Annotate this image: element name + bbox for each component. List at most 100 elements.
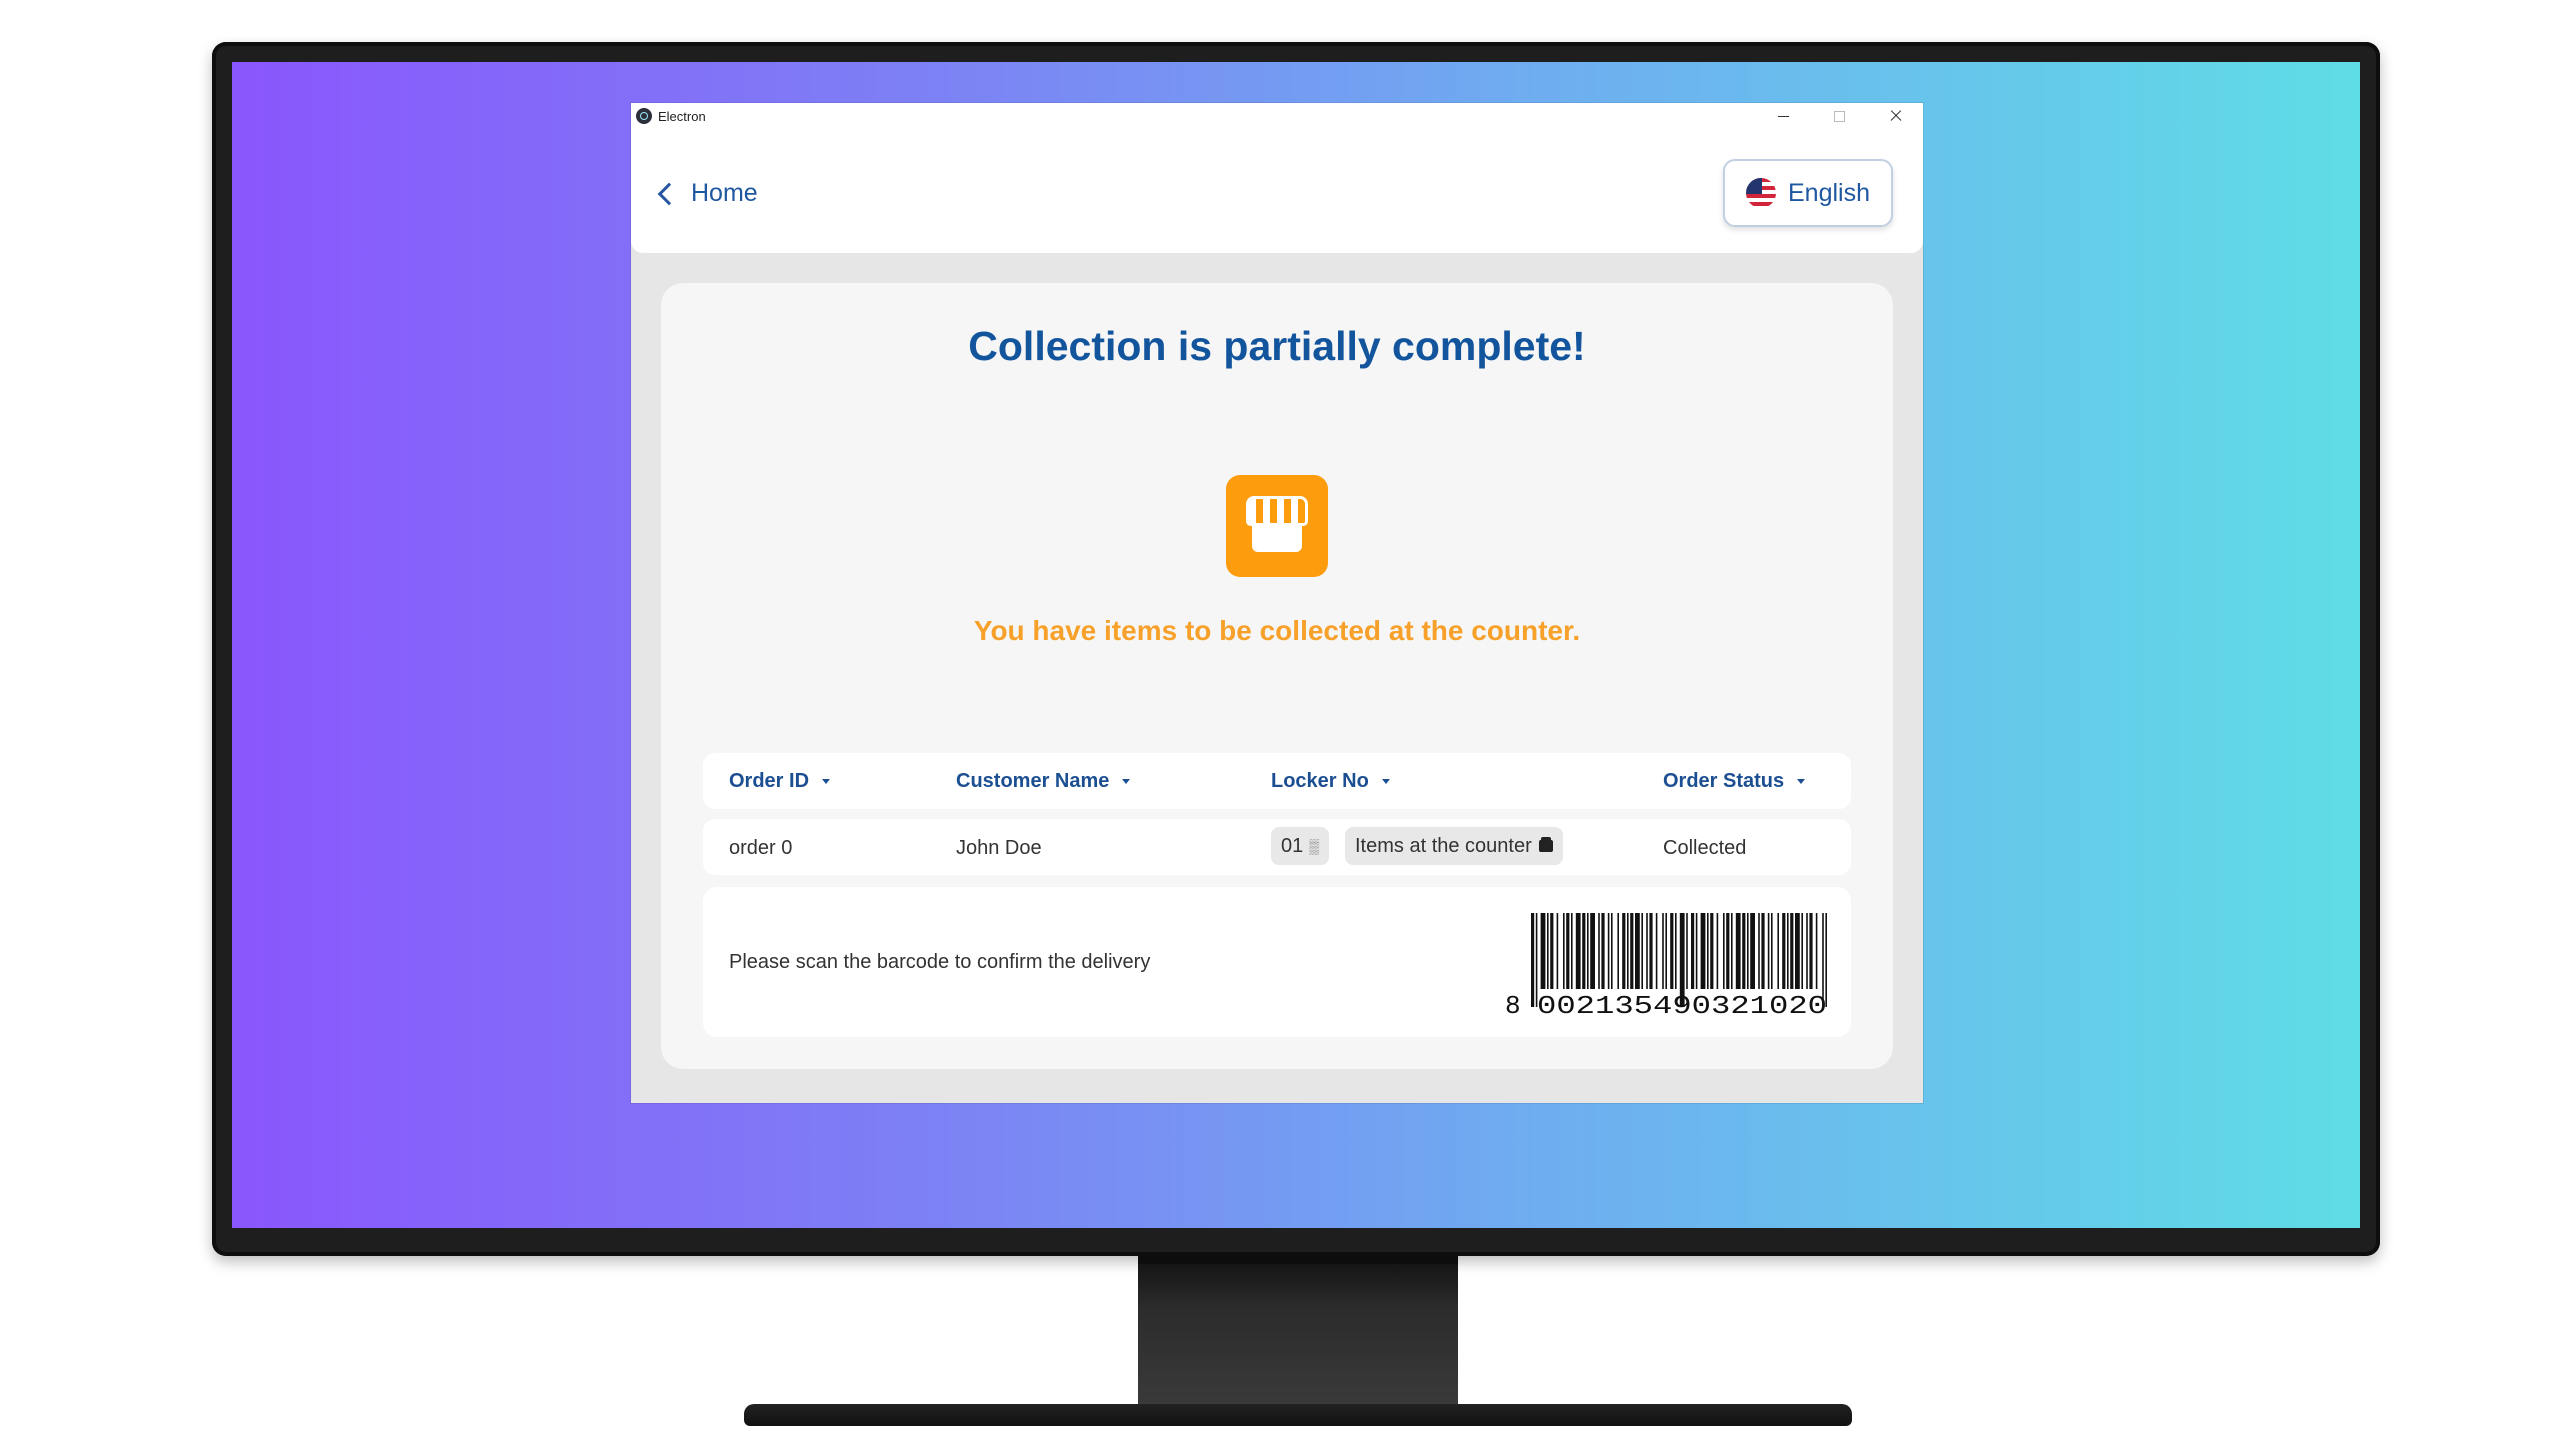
barcode-bar [1590,913,1595,989]
window-controls [1755,103,1923,129]
barcode-bar [1571,913,1573,989]
sort-caret-icon [1122,778,1131,784]
maximize-button[interactable] [1811,103,1867,129]
barcode-bar [1795,913,1800,989]
barcode-bar [1801,913,1803,989]
monitor-stand-base [744,1404,1852,1426]
window-title: Electron [658,108,706,124]
back-home-label: Home [691,179,758,207]
order-id-cell: order 0 [729,837,793,859]
barcode-bar [1691,913,1695,989]
chevron-left-icon [657,182,681,205]
order-status-cell: Collected [1663,837,1747,859]
barcode-bar [1531,913,1535,1007]
barcode-bar [1622,913,1626,989]
barcode-bar [1563,913,1565,989]
barcode-bar [1556,913,1559,989]
counter-message: You have items to be collected at the co… [973,615,1581,646]
barcode-bar [1761,913,1765,989]
barcode-bar [1598,913,1600,989]
barcode-bar [1646,913,1648,989]
barcode-bar [1710,913,1714,989]
barcode-bar [1540,913,1546,989]
store-body-shape [1252,526,1302,552]
barcode-bar [1700,913,1706,989]
scan-barcode-box: Please scan the barcode to confirm the d… [703,887,1851,1037]
barcode-bar [1707,913,1709,989]
counter-note: Items at the counter [1355,834,1532,857]
table-header-row: Order ID Customer Name Locker No Order S… [703,753,1851,809]
barcode-bar [1815,913,1818,989]
minimize-button[interactable] [1755,103,1811,129]
barcode-bar [1665,913,1667,989]
barcode-bar [1767,913,1770,989]
barcode-bar [1782,913,1786,989]
column-header-order-status[interactable]: Order Status [1663,770,1806,793]
barcode-bar [1649,913,1653,989]
store-small-icon [1538,837,1553,852]
barcode-bar [1726,913,1730,989]
column-header-label: Order ID [729,769,810,792]
barcode-bar [1550,913,1554,989]
column-header-label: Customer Name [956,769,1110,792]
column-header-locker-no[interactable]: Locker No [1271,770,1390,793]
collection-panel: Collection is partially complete! You ha… [661,283,1893,1069]
locker-number: 01 [1281,834,1304,857]
language-selector-button[interactable]: English [1723,159,1893,227]
monitor-stand-neck [1138,1256,1458,1406]
barcode-bar [1750,913,1755,989]
barcode-bar [1723,913,1725,989]
barcode-bar [1587,913,1589,989]
barcode-bar [1695,913,1698,989]
customer-name-cell: John Doe [956,837,1042,859]
barcode-bar [1655,913,1658,989]
barcode-bar [1611,913,1613,989]
barcode-bar [1790,913,1794,989]
barcode-bar [1617,913,1619,989]
barcode-bar [1777,913,1779,989]
sort-caret-icon [822,778,831,784]
sort-caret-icon [1797,778,1806,784]
barcode-bar [1662,913,1664,989]
barcode-first-digit: 8 [1505,991,1521,1017]
barcode-bar [1635,913,1640,989]
close-button[interactable] [1867,103,1923,129]
title-bar: Electron [631,103,1923,129]
app-header: Home English [631,129,1923,253]
us-flag-icon [1746,178,1776,208]
barcode-bar [1716,913,1719,989]
barcode-bar [1582,913,1586,989]
back-home-link[interactable]: Home [657,179,758,208]
locker-number-chip: 01 ▒ [1271,827,1330,865]
barcode-bar [1806,913,1808,989]
counter-note-chip: Items at the counter [1345,827,1563,865]
column-header-customer-name[interactable]: Customer Name [956,769,1131,793]
barcode-bar [1686,913,1688,989]
store-awning-shape [1249,499,1305,523]
barcode-digits: 002135490321020 [1537,991,1827,1017]
column-header-label: Locker No [1271,769,1369,792]
barcode: 8 002135490321020 [1505,913,1827,1017]
barcode-bar [1575,913,1581,989]
locker-grid-icon: ▒ [1309,838,1320,854]
barcode-bar [1809,913,1813,989]
barcode-bar [1670,913,1674,989]
barcode-bar [1731,913,1733,989]
barcode-bar [1641,913,1643,989]
barcode-bar [1630,913,1634,989]
barcode-bar [1675,913,1677,989]
barcode-bar [1566,913,1570,989]
electron-window: Electron Home English Collection is part… [631,103,1923,1103]
column-header-order-id[interactable]: Order ID [729,769,831,793]
barcode-bar [1747,913,1749,989]
barcode-bar [1601,913,1605,989]
table-row[interactable]: order 0 John Doe 01 ▒ Items at the count… [703,819,1851,875]
page-title: Collection is partially complete! [968,323,1586,369]
barcode-bar [1735,913,1741,989]
sort-caret-icon [1381,778,1390,784]
barcode-bar [1547,913,1549,989]
scan-instruction: Please scan the barcode to confirm the d… [729,951,1151,973]
barcode-bar [1787,913,1789,989]
barcode-bar [1771,913,1773,989]
barcode-bar [1742,913,1746,989]
